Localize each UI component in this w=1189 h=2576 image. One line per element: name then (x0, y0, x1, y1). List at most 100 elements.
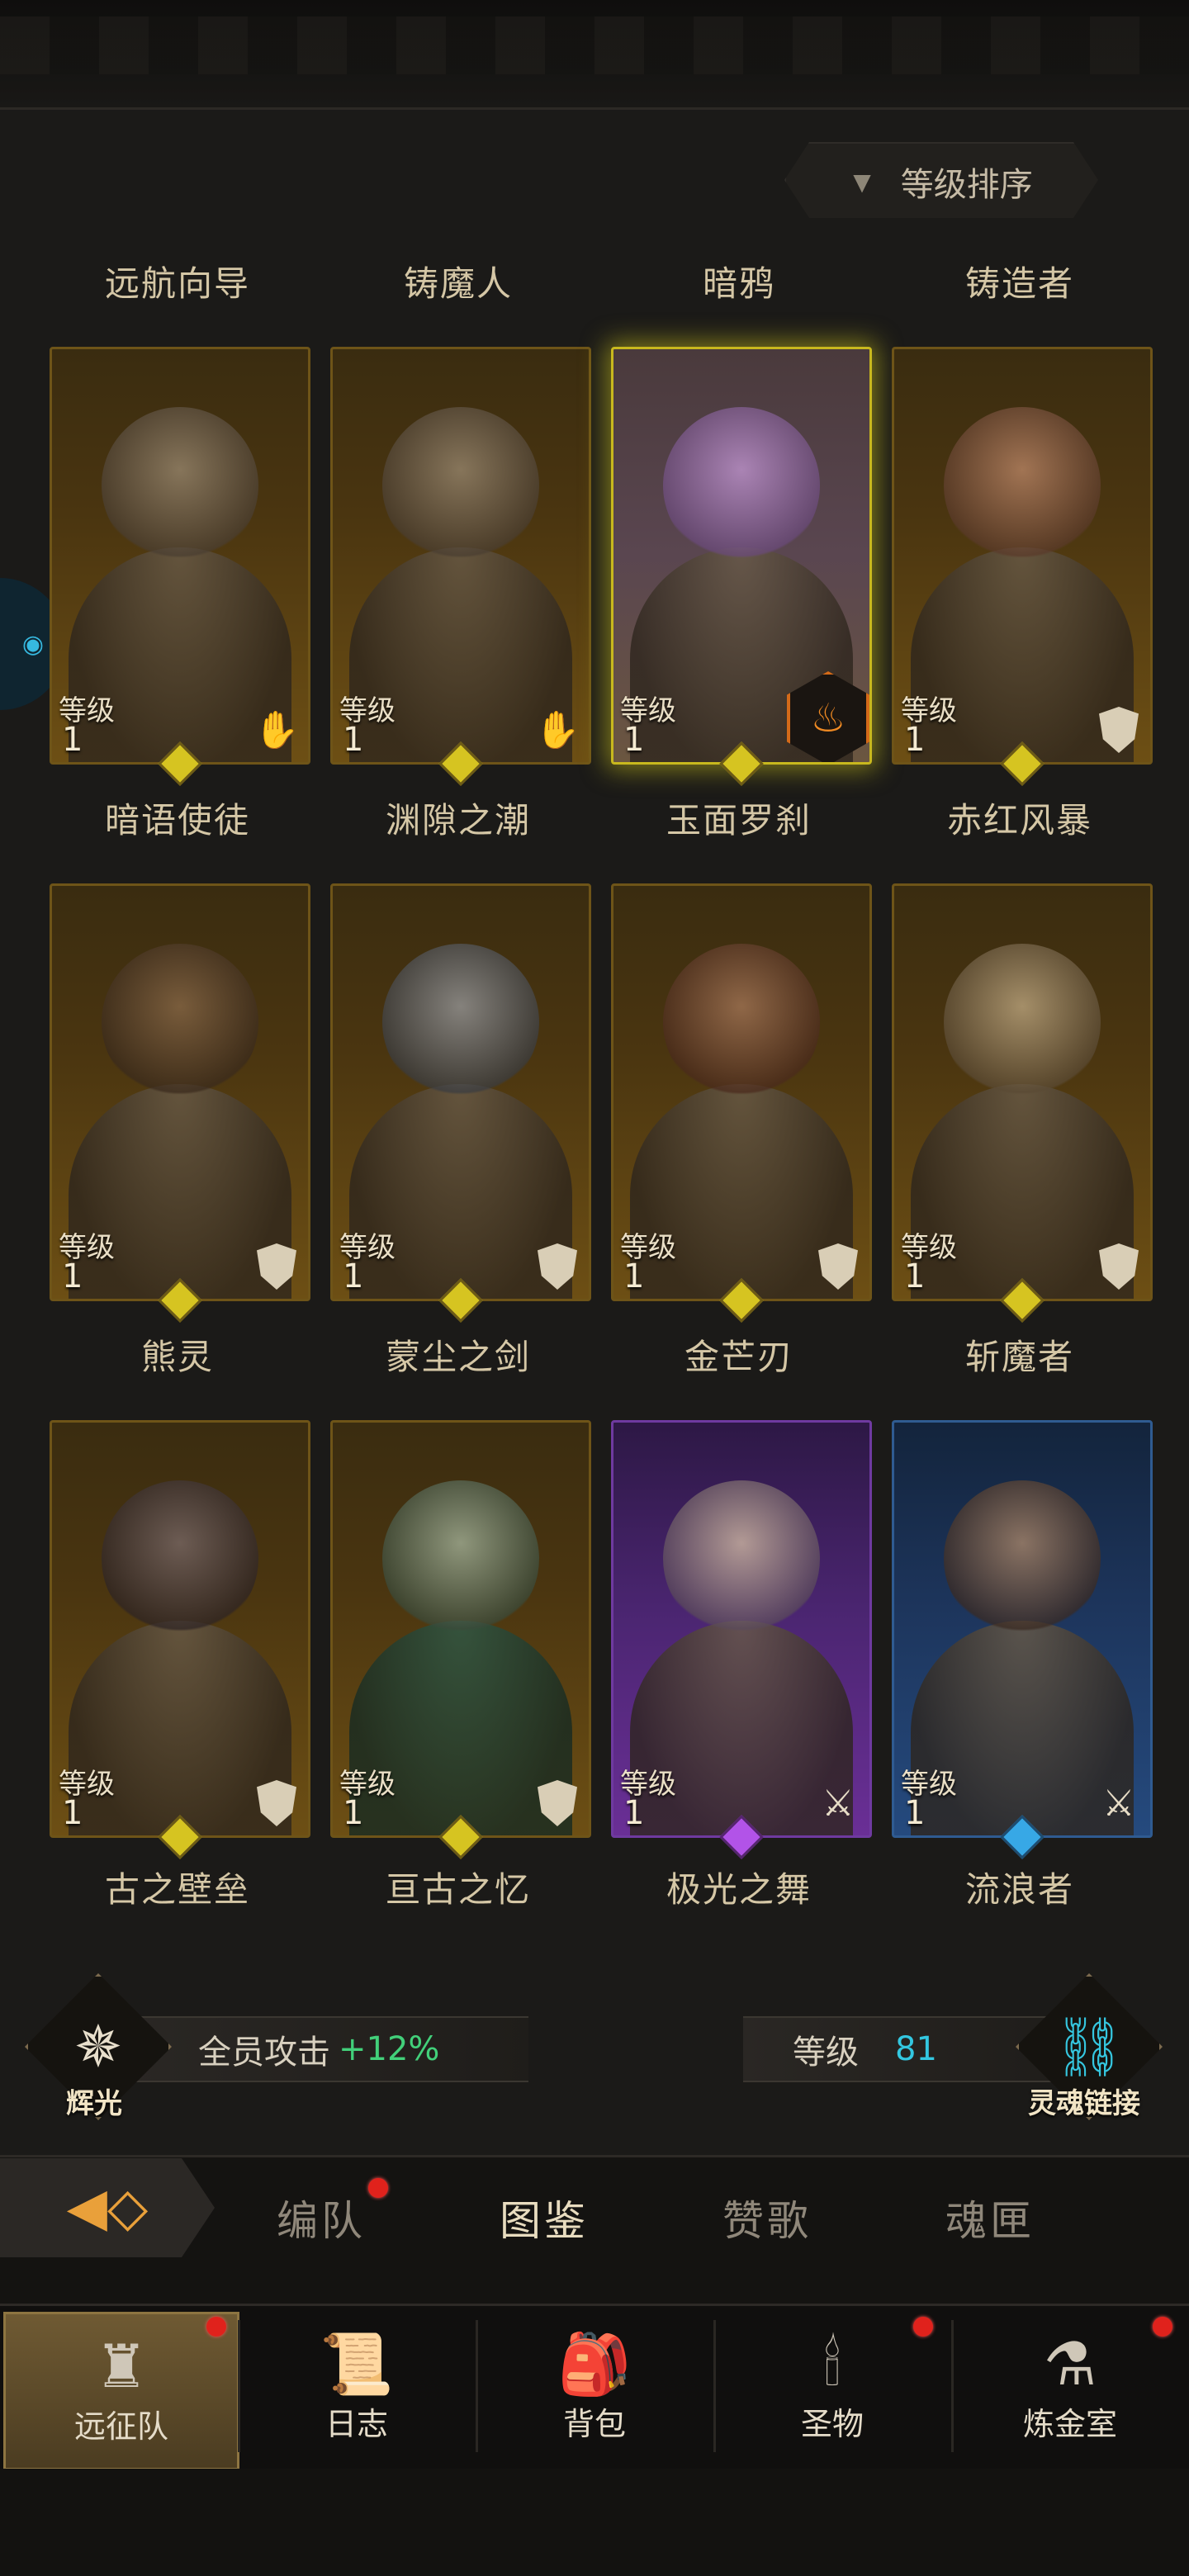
level-value: 1 (62, 721, 83, 759)
hand-icon: ✋ (253, 709, 300, 751)
sword-icon: ⚔ (822, 1782, 855, 1825)
hero-name: 蒙尘之剑 (385, 1337, 531, 1377)
portrait-face (382, 944, 539, 1101)
level-value: 1 (343, 1794, 364, 1832)
nav-journal[interactable]: 📜 日志 (241, 2312, 472, 2465)
attack-bonus-strip: 全员攻击 +12% (124, 2016, 528, 2082)
shield-icon (534, 1241, 580, 1292)
hero-portrait[interactable]: 等级 1 (611, 883, 872, 1301)
hero-portrait[interactable]: 等级 1 (892, 883, 1153, 1301)
hero-name: 金芒刃 (684, 1337, 793, 1377)
level-value: 1 (343, 721, 364, 759)
tab-hymn[interactable]: 赞歌 (722, 2188, 812, 2247)
team-stats-bar: 全员攻击 +12% 等级 81 ✵ 辉光 ⛓ 灵魂链接 (0, 1965, 1189, 2130)
hero-name: 赤红风暴 (946, 800, 1092, 841)
shield-icon (1096, 1241, 1142, 1292)
hero-portrait[interactable]: 等级 1 ⚔ (892, 1420, 1153, 1838)
attack-value: +12% (339, 2030, 440, 2068)
notification-dot (206, 2317, 226, 2337)
portrait-face (944, 1480, 1101, 1637)
portrait-face (382, 1480, 539, 1637)
attack-label: 全员攻击 (198, 2034, 330, 2072)
hero-portrait[interactable]: 等级 1 ⚔ (611, 1420, 872, 1838)
arrow-left-icon: ◀◇ (66, 2177, 149, 2238)
hand-icon: ✋ (534, 709, 580, 751)
portrait-face (663, 1480, 820, 1637)
level-value: 1 (62, 1794, 83, 1832)
nav-alchemy[interactable]: ⚗ 炼金室 (955, 2312, 1186, 2465)
sort-label: 等级排序 (900, 166, 1033, 204)
hero-name: 渊隙之潮 (385, 800, 531, 841)
portrait-face (944, 407, 1101, 564)
hero-name: 古之壁垒 (104, 1869, 250, 1910)
notification-dot (368, 2178, 388, 2198)
back-button[interactable]: ◀◇ (0, 2158, 215, 2257)
level-value: 1 (904, 721, 926, 759)
tab-soul-box[interactable]: 魂匣 (945, 2188, 1035, 2247)
radiance-caption: 辉光 (66, 2087, 122, 2120)
level-value: 1 (62, 1257, 83, 1295)
sword-icon: ⚔ (1102, 1782, 1135, 1825)
portrait-face (102, 944, 258, 1101)
portrait-face (382, 407, 539, 564)
level-value: 1 (904, 1257, 926, 1295)
shield-icon (534, 1778, 580, 1829)
top-ornament-border (0, 0, 1189, 110)
level-value: 1 (343, 1257, 364, 1295)
hero-portrait[interactable]: 等级 1 ♨ (611, 347, 872, 765)
level-strip: 等级 81 (743, 2016, 1065, 2082)
level-value: 81 (895, 2030, 937, 2068)
tab-codex[interactable]: 图鉴 (500, 2188, 589, 2247)
shield-icon (253, 1778, 300, 1829)
backpack-icon: 🎒 (557, 2328, 632, 2398)
hero-name: 暗语使徒 (104, 800, 250, 841)
hero-portrait[interactable]: 等级 1 (330, 883, 591, 1301)
hero-name: 远航向导 (104, 263, 250, 304)
nav-label: 背包 (562, 2405, 626, 2442)
level-value: 1 (623, 1257, 645, 1295)
nav-relics[interactable]: 🕯 圣物 (717, 2312, 948, 2465)
hero-name: 玉面罗刹 (666, 800, 812, 841)
hero-portrait[interactable]: 等级 1 (50, 883, 310, 1301)
sort-level-button[interactable]: ▼ 等级排序 (784, 142, 1098, 218)
nav-expedition[interactable]: ♜ 远征队 (3, 2312, 239, 2470)
ornament-pattern (0, 17, 1189, 74)
scroll-icon: 📜 (320, 2328, 394, 2398)
hero-name: 铸魔人 (403, 263, 513, 304)
hero-name: 熊灵 (140, 1337, 214, 1377)
shield-icon (253, 1241, 300, 1292)
hero-portrait[interactable]: 等级 1 ✋ (50, 347, 310, 765)
level-label: 等级 (793, 2034, 859, 2072)
nav-label: 圣物 (800, 2405, 864, 2442)
portrait-face (102, 407, 258, 564)
portrait-face (663, 944, 820, 1101)
soul-link-caption: 灵魂链接 (1028, 2087, 1140, 2120)
tab-formation[interactable]: 编队 (277, 2188, 366, 2247)
hero-portrait[interactable]: 等级 1 ✋ (330, 347, 591, 765)
horned-helmet-icon: ♜ (94, 2331, 149, 2401)
hero-portrait[interactable]: 等级 1 (50, 1420, 310, 1838)
hero-portrait[interactable]: 等级 1 (330, 1420, 591, 1838)
nav-divider (951, 2320, 954, 2452)
hero-name: 斩魔者 (964, 1337, 1074, 1377)
hero-name: 铸造者 (964, 263, 1074, 304)
portrait-face (944, 944, 1101, 1101)
hero-name: 流浪者 (964, 1869, 1074, 1910)
portrait-face (102, 1480, 258, 1637)
hero-name: 亘古之忆 (385, 1869, 531, 1910)
nav-divider (238, 2320, 240, 2452)
nav-divider (713, 2320, 716, 2452)
portrait-face (663, 407, 820, 564)
hero-name: 暗鸦 (702, 263, 775, 304)
level-value: 1 (623, 721, 645, 759)
hero-portrait[interactable]: 等级 1 (892, 347, 1153, 765)
notification-dot (1153, 2317, 1172, 2337)
alchemy-icon: ⚗ (1043, 2328, 1097, 2398)
torch-icon: 🕯 (823, 2328, 841, 2398)
nav-backpack[interactable]: 🎒 背包 (479, 2312, 710, 2465)
nav-label: 日志 (324, 2405, 388, 2442)
nav-label: 远征队 (73, 2408, 168, 2445)
chevron-down-icon: ▼ (853, 168, 871, 196)
hero-name: 极光之舞 (666, 1869, 812, 1910)
level-value: 1 (623, 1794, 645, 1832)
